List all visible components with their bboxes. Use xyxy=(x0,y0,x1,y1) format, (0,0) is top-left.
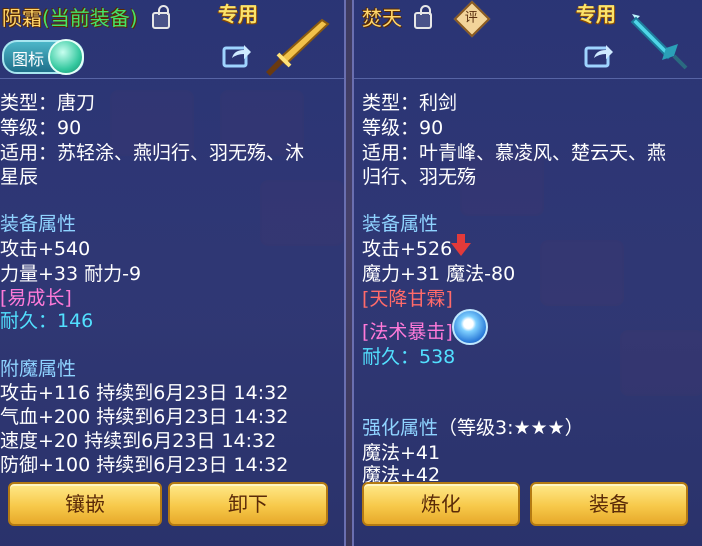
share-icon[interactable] xyxy=(222,42,252,68)
skill-trait: [法术暴击] xyxy=(362,321,453,343)
item-suitable: 适用：叶青峰、慕凌风、楚云天、燕 xyxy=(362,142,667,164)
item-type: 类型：利剑 xyxy=(362,92,458,114)
unequip-button[interactable]: 卸下 xyxy=(168,482,328,526)
enchant-line: 防御+100 持续到6月23日 14:32 xyxy=(0,454,289,476)
share-icon[interactable] xyxy=(584,42,614,68)
divider xyxy=(354,78,702,79)
item-level: 等级：90 xyxy=(0,117,82,139)
durability: 耐久：538 xyxy=(362,346,456,368)
durability: 耐久：146 xyxy=(0,310,94,332)
item-title: 陨霜(当前装备) xyxy=(2,2,138,31)
divider xyxy=(0,78,344,79)
extra-stats: 魔力+31 魔法-80 xyxy=(362,263,516,285)
attr-header: 装备属性 xyxy=(362,213,439,235)
enhance-level: （等级3:★★★） xyxy=(438,417,584,439)
attack-stat: 攻击+526 xyxy=(362,238,453,260)
current-equipped-tag: (当前装备) xyxy=(42,6,138,30)
item-level: 等级：90 xyxy=(362,117,444,139)
lock-icon[interactable] xyxy=(152,5,170,29)
equip-button[interactable]: 装备 xyxy=(530,482,688,526)
item-suitable-cont: 星辰 xyxy=(0,166,39,188)
arrow-down-icon xyxy=(451,234,471,256)
exclusive-label: 专用 xyxy=(576,2,616,26)
extra-stats: 力量+33 耐力-9 xyxy=(0,263,142,285)
blade-weapon-icon xyxy=(266,18,330,76)
compare-equipment-panel: 焚天 专用 类型：利剑 等级：90 适用：叶青峰、慕凌风、楚云天、燕 归行、羽无… xyxy=(352,0,702,546)
enchant-line: 攻击+116 持续到6月23日 14:32 xyxy=(0,382,289,404)
enhance-row: 强化属性（等级3:★★★） xyxy=(362,413,584,440)
enchant-header: 附魔属性 xyxy=(0,358,77,380)
sword-weapon-icon xyxy=(630,14,688,70)
item-type: 类型：唐刀 xyxy=(0,92,96,114)
toggle-knob-icon xyxy=(48,39,84,75)
exclusive-label: 专用 xyxy=(218,2,258,26)
special-trait: [天降甘霖] xyxy=(362,288,453,310)
rating-badge-label: 评 xyxy=(464,10,478,26)
item-suitable: 适用：苏轻涂、燕归行、羽无殇、沐 xyxy=(0,142,305,164)
attr-header: 装备属性 xyxy=(0,213,77,235)
item-name: 陨霜 xyxy=(2,6,42,30)
attack-stat: 攻击+540 xyxy=(0,238,91,260)
toggle-label: 图标 xyxy=(12,50,45,69)
lock-icon[interactable] xyxy=(414,5,432,29)
inlay-button[interactable]: 镶嵌 xyxy=(8,482,162,526)
enhance-header: 强化属性 xyxy=(362,417,439,439)
refine-button[interactable]: 炼化 xyxy=(362,482,520,526)
enchant-line: 气血+200 持续到6月23日 14:32 xyxy=(0,406,289,428)
item-title: 焚天 xyxy=(362,2,402,31)
item-name: 焚天 xyxy=(362,6,402,30)
skill-icon[interactable] xyxy=(452,309,488,345)
item-suitable-cont: 归行、羽无殇 xyxy=(362,166,477,188)
enchant-line: 速度+20 持续到6月23日 14:32 xyxy=(0,430,277,452)
icon-toggle[interactable]: 图标 xyxy=(2,39,84,75)
current-equipment-panel: 陨霜(当前装备) 专用 图标 类型：唐刀 等级：90 适用：苏轻涂、燕归行、羽无… xyxy=(0,0,346,546)
